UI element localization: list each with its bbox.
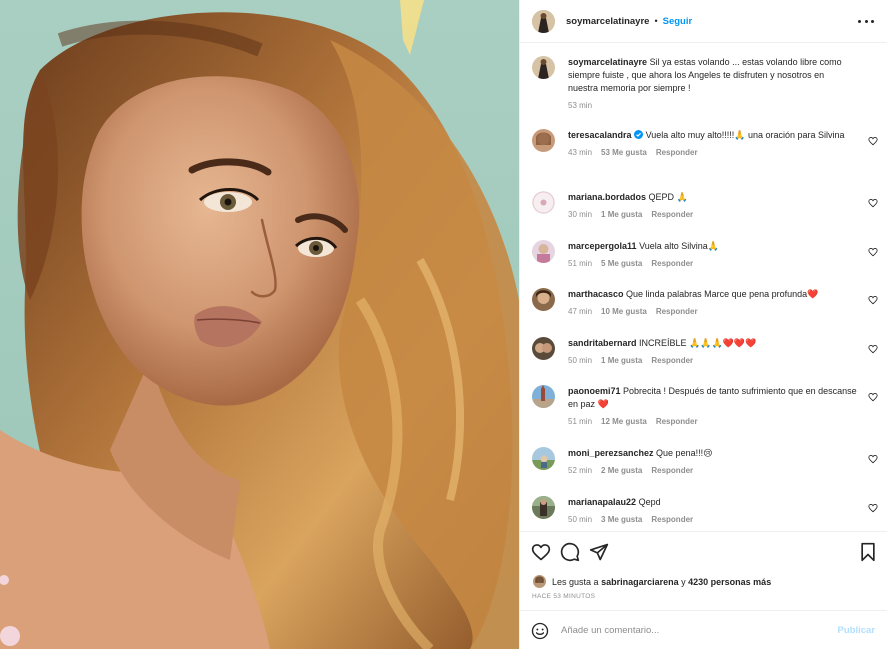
comment-avatar[interactable] xyxy=(532,385,555,408)
reply-button[interactable]: Responder xyxy=(656,307,698,316)
comment-likes[interactable]: 1 Me gusta xyxy=(601,210,642,219)
like-comment-heart-icon[interactable] xyxy=(868,136,878,146)
caption: soymarcelatinayre Sil ya estas volando .… xyxy=(532,56,884,110)
likes-middle: y xyxy=(681,576,686,587)
comment-username[interactable]: mariana.bordados xyxy=(568,192,646,202)
comment-username[interactable]: teresacalandra xyxy=(568,130,632,140)
author-username[interactable]: soymarcelatinayre xyxy=(566,16,649,27)
comment-time: 52 min xyxy=(568,466,593,475)
like-heart-icon[interactable] xyxy=(531,542,551,562)
comment-text: INCREÍBLE 🙏🙏🙏❤️❤️❤️ xyxy=(639,338,757,348)
reply-button[interactable]: Responder xyxy=(651,259,693,268)
instagram-post: soymarcelatinayre • Seguir soymarcelatin… xyxy=(0,0,887,649)
share-send-icon[interactable] xyxy=(589,542,609,562)
comment-avatar[interactable] xyxy=(532,288,555,311)
comment-item: marianapalau22 Qepd 50 min 3 Me gusta Re… xyxy=(532,496,884,524)
save-bookmark-icon[interactable] xyxy=(858,542,878,562)
reply-button[interactable]: Responder xyxy=(651,210,693,219)
comment-username[interactable]: paonoemi71 xyxy=(568,386,621,396)
comment-username[interactable]: marthacasco xyxy=(568,289,624,299)
comment-username[interactable]: moni_perezsanchez xyxy=(568,448,654,458)
likes-summary: Les gusta a sabrinagarciarena y 4230 per… xyxy=(533,575,771,588)
portrait-image xyxy=(0,0,519,649)
caption-time: 53 min xyxy=(568,101,593,110)
author-avatar[interactable] xyxy=(532,9,555,33)
comment-text: Qepd xyxy=(638,497,661,507)
more-options-icon[interactable] xyxy=(858,14,874,28)
comment-bubble-icon[interactable] xyxy=(560,542,580,562)
reply-button[interactable]: Responder xyxy=(651,356,693,365)
comment-likes[interactable]: 5 Me gusta xyxy=(601,259,642,268)
like-comment-heart-icon[interactable] xyxy=(868,344,878,354)
comment-time: 51 min xyxy=(568,417,593,426)
like-comment-heart-icon[interactable] xyxy=(868,503,878,513)
comment-time: 51 min xyxy=(568,259,593,268)
comment-input[interactable] xyxy=(561,625,821,636)
comment-time: 47 min xyxy=(568,307,593,316)
follow-button[interactable]: Seguir xyxy=(663,16,693,27)
comment-time: 30 min xyxy=(568,210,593,219)
comment-item: marthacasco Que linda palabras Marce que… xyxy=(532,288,884,316)
reply-button[interactable]: Responder xyxy=(651,466,693,475)
comment-text: Vuela alto muy alto!!!!!🙏 una oración pa… xyxy=(645,130,845,140)
caption-text: soymarcelatinayre Sil ya estas volando .… xyxy=(568,56,848,95)
caption-username[interactable]: soymarcelatinayre xyxy=(568,57,647,67)
comment-item: marcepergola11 Vuela alto Silvina🙏 51 mi… xyxy=(532,240,884,268)
comment-item: sandritabernard INCREÍBLE 🙏🙏🙏❤️❤️❤️ 50 m… xyxy=(532,337,884,365)
liker-username[interactable]: sabrinagarciarena xyxy=(601,577,679,587)
comment-likes[interactable]: 53 Me gusta xyxy=(601,148,647,157)
comment-time: 43 min xyxy=(568,148,593,157)
comment-likes[interactable]: 12 Me gusta xyxy=(601,417,647,426)
post-header: soymarcelatinayre • Seguir xyxy=(520,0,887,43)
reply-button[interactable]: Responder xyxy=(656,417,698,426)
comment-item: moni_perezsanchez Que pena!!!😢 52 min 2 … xyxy=(532,447,884,475)
action-icons xyxy=(531,542,878,564)
likes-prefix: Les gusta a xyxy=(552,576,599,587)
like-comment-heart-icon[interactable] xyxy=(868,392,878,402)
separator-dot: • xyxy=(654,16,658,26)
comment-username[interactable]: marianapalau22 xyxy=(568,497,636,507)
comment-avatar[interactable] xyxy=(532,129,555,152)
comment-avatar[interactable] xyxy=(532,337,555,360)
comment-text: QEPD 🙏 xyxy=(648,192,688,202)
comment-username[interactable]: marcepergola11 xyxy=(568,241,637,251)
emoji-icon[interactable] xyxy=(531,622,549,640)
comment-username[interactable]: sandritabernard xyxy=(568,338,637,348)
liker-avatar[interactable] xyxy=(533,575,546,588)
comment-avatar[interactable] xyxy=(532,447,555,470)
comment-likes[interactable]: 1 Me gusta xyxy=(601,356,642,365)
comment-likes[interactable]: 3 Me gusta xyxy=(601,515,642,524)
like-comment-heart-icon[interactable] xyxy=(868,454,878,464)
comment-avatar[interactable] xyxy=(532,496,555,519)
verified-badge-icon xyxy=(634,130,644,139)
caption-avatar[interactable] xyxy=(532,56,555,79)
comment-time: 50 min xyxy=(568,356,593,365)
comment-avatar[interactable] xyxy=(532,240,555,263)
comment-likes[interactable]: 10 Me gusta xyxy=(601,307,647,316)
comment-text: Que linda palabras Marce que pena profun… xyxy=(626,289,819,299)
post-photo[interactable] xyxy=(0,0,519,649)
comments-list[interactable]: soymarcelatinayre Sil ya estas volando .… xyxy=(520,43,887,531)
post-side-panel: soymarcelatinayre • Seguir soymarcelatin… xyxy=(519,0,887,649)
comment-avatar[interactable] xyxy=(532,191,555,214)
comment-item: mariana.bordados QEPD 🙏 30 min 1 Me gust… xyxy=(532,191,884,219)
reply-button[interactable]: Responder xyxy=(651,515,693,524)
comment-item: paonoemi71 Pobrecita ! Después de tanto … xyxy=(532,385,884,426)
reply-button[interactable]: Responder xyxy=(656,148,698,157)
post-timestamp: HACE 53 MINUTOS xyxy=(532,593,596,600)
like-comment-heart-icon[interactable] xyxy=(868,198,878,208)
comment-text: Vuela alto Silvina🙏 xyxy=(639,241,719,251)
like-comment-heart-icon[interactable] xyxy=(868,247,878,257)
like-comment-heart-icon[interactable] xyxy=(868,295,878,305)
comment-composer: Publicar xyxy=(520,610,887,650)
post-actions: Les gusta a sabrinagarciarena y 4230 per… xyxy=(520,531,887,649)
comment-likes[interactable]: 2 Me gusta xyxy=(601,466,642,475)
likes-count-link[interactable]: 4230 personas más xyxy=(688,577,771,587)
comment-text: Que pena!!!😢 xyxy=(656,448,713,458)
comment-time: 50 min xyxy=(568,515,593,524)
comment-item: teresacalandra Vuela alto muy alto!!!!!🙏… xyxy=(532,129,884,157)
publish-button[interactable]: Publicar xyxy=(838,625,876,636)
